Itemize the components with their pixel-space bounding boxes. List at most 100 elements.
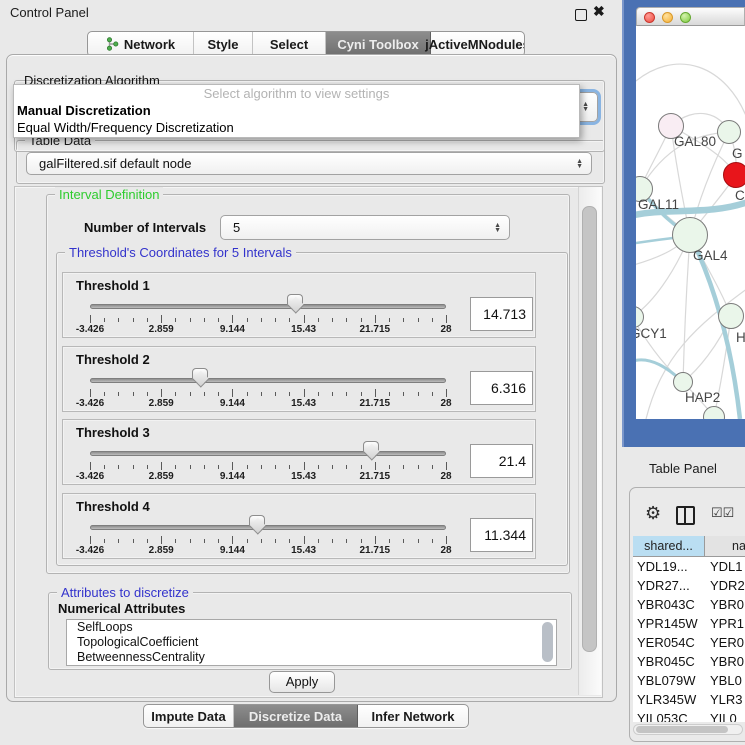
network-node-label: GAL11 bbox=[638, 197, 679, 212]
cell-name[interactable]: YBL0 bbox=[705, 671, 745, 690]
slider-thumb[interactable] bbox=[363, 441, 379, 460]
table-row[interactable]: YBR043CYBR0 bbox=[633, 595, 745, 614]
threshold-value-field[interactable]: 11.344 bbox=[470, 518, 533, 552]
node-table: shared... na YDL19...YDL1YDR27...YDR2YBR… bbox=[633, 536, 745, 722]
scrollbar-thumb[interactable] bbox=[636, 726, 728, 733]
table-data-combobox[interactable]: galFiltered.sif default node ▲▼ bbox=[26, 152, 592, 175]
restore-window-icon[interactable] bbox=[575, 9, 587, 21]
cell-name[interactable]: YDL1 bbox=[705, 557, 745, 576]
slider-thumb[interactable] bbox=[192, 368, 208, 387]
tab-network-label: Network bbox=[124, 37, 175, 52]
gear-icon[interactable]: ⚙ bbox=[645, 503, 661, 524]
apply-button[interactable]: Apply bbox=[269, 671, 335, 693]
close-traffic-light-icon[interactable] bbox=[644, 12, 655, 23]
table-row[interactable]: YLR345WYLR3 bbox=[633, 690, 745, 709]
threshold-value-field[interactable]: 14.713 bbox=[470, 297, 533, 331]
tab-jactivemnodules[interactable]: jActiveMNodules bbox=[431, 32, 524, 56]
number-of-intervals-combobox[interactable]: 5 ▲▼ bbox=[220, 215, 510, 240]
cell-shared-name[interactable]: YDL19... bbox=[633, 557, 705, 576]
slider-tick-labels: -3.4262.8599.14415.4321.71528 bbox=[63, 324, 535, 335]
network-node-label: GAL80 bbox=[674, 134, 716, 149]
column-header-shared-name[interactable]: shared... bbox=[633, 536, 705, 556]
table-row[interactable]: YBL079WYBL0 bbox=[633, 671, 745, 690]
close-window-icon[interactable]: ✖ bbox=[593, 3, 605, 20]
columns-icon[interactable] bbox=[676, 506, 695, 525]
tab-impute-data[interactable]: Impute Data bbox=[144, 705, 234, 727]
cell-shared-name[interactable]: YBR045C bbox=[633, 652, 705, 671]
threshold-label: Threshold 4 bbox=[76, 499, 150, 514]
network-icon bbox=[106, 37, 119, 51]
network-node[interactable] bbox=[717, 120, 741, 144]
column-header-name[interactable]: na bbox=[705, 536, 745, 556]
threshold-value-field[interactable]: 6.316 bbox=[470, 371, 533, 405]
threshold-value-field[interactable]: 21.4 bbox=[470, 444, 533, 478]
slider-tick-labels: -3.4262.8599.14415.4321.71528 bbox=[63, 545, 535, 556]
cell-name[interactable]: YBR0 bbox=[705, 652, 745, 671]
attribute-item[interactable]: TopologicalCoefficient bbox=[67, 635, 556, 650]
cell-name[interactable]: YLR3 bbox=[705, 690, 745, 709]
table-row[interactable]: YBR045CYBR0 bbox=[633, 652, 745, 671]
tab-discretize-data[interactable]: Discretize Data bbox=[234, 705, 358, 727]
tab-impute-data-label: Impute Data bbox=[151, 709, 225, 724]
tab-cyni-toolbox-label: Cyni Toolbox bbox=[337, 37, 418, 52]
cell-shared-name[interactable]: YBR043C bbox=[633, 595, 705, 614]
cell-shared-name[interactable]: YPR145W bbox=[633, 614, 705, 633]
cell-name[interactable]: YPR1 bbox=[705, 614, 745, 633]
tab-select[interactable]: Select bbox=[253, 32, 326, 56]
network-canvas[interactable]: GAL80GCGAL11GAL4GCY1HHAP2 bbox=[636, 26, 745, 419]
table-row[interactable]: YDL19...YDL1 bbox=[633, 557, 745, 576]
slider-track[interactable] bbox=[90, 451, 446, 456]
settings-vertical-scrollbar[interactable] bbox=[578, 187, 601, 695]
dropdown-item-equal-width-frequency[interactable]: Equal Width/Frequency Discretization bbox=[14, 119, 579, 136]
cell-shared-name[interactable]: YDR27... bbox=[633, 576, 705, 595]
attributes-scrollbar-thumb[interactable] bbox=[542, 622, 553, 662]
cell-name[interactable]: YBR0 bbox=[705, 595, 745, 614]
network-node-label: C bbox=[735, 188, 745, 203]
combo-arrows-icon: ▲▼ bbox=[494, 223, 501, 233]
cell-shared-name[interactable]: YBL079W bbox=[633, 671, 705, 690]
slider-track[interactable] bbox=[90, 525, 446, 530]
table-horizontal-scrollbar[interactable] bbox=[633, 724, 743, 735]
cell-shared-name[interactable]: YER054C bbox=[633, 633, 705, 652]
tab-cyni-toolbox[interactable]: Cyni Toolbox bbox=[326, 32, 431, 56]
table-row[interactable]: YPR145WYPR1 bbox=[633, 614, 745, 633]
cell-name[interactable]: YDR2 bbox=[705, 576, 745, 595]
cell-shared-name[interactable]: YIL053C bbox=[633, 709, 705, 722]
tab-network[interactable]: Network bbox=[88, 32, 194, 56]
checkbox-icons[interactable]: ☑☑ bbox=[711, 505, 734, 521]
thresholds-group-label: Threshold's Coordinates for 5 Intervals bbox=[65, 245, 296, 260]
threshold-label: Threshold 2 bbox=[76, 352, 150, 367]
tab-discretize-data-label: Discretize Data bbox=[249, 709, 342, 724]
network-node[interactable] bbox=[718, 303, 744, 329]
tab-style-label: Style bbox=[207, 37, 238, 52]
dropdown-item-manual-discretization[interactable]: Manual Discretization bbox=[14, 102, 579, 119]
table-row[interactable]: YDR27...YDR2 bbox=[633, 576, 745, 595]
tab-infer-network[interactable]: Infer Network bbox=[358, 705, 468, 727]
tab-style[interactable]: Style bbox=[194, 32, 253, 56]
number-of-intervals-label: Number of Intervals bbox=[84, 220, 206, 235]
cell-name[interactable]: YER0 bbox=[705, 633, 745, 652]
network-node[interactable] bbox=[673, 372, 693, 392]
cell-name[interactable]: YIL0 bbox=[705, 709, 745, 722]
table-row[interactable]: YER054CYER0 bbox=[633, 633, 745, 652]
threshold-row: Threshold 2 -3.4262.8599.14415.4321.7152… bbox=[62, 346, 536, 412]
zoom-traffic-light-icon[interactable] bbox=[680, 12, 691, 23]
slider-track[interactable] bbox=[90, 378, 446, 383]
interval-definition-group-label: Interval Definition bbox=[55, 187, 163, 202]
network-node[interactable] bbox=[723, 162, 745, 188]
tab-select-label: Select bbox=[270, 37, 308, 52]
combo-arrows-icon: ▲▼ bbox=[576, 159, 583, 169]
attribute-item[interactable]: BetweennessCentrality bbox=[67, 650, 556, 665]
table-row[interactable]: YIL053CYIL0 bbox=[633, 709, 745, 722]
minimize-traffic-light-icon[interactable] bbox=[662, 12, 673, 23]
network-window-titlebar bbox=[636, 7, 745, 26]
slider-thumb[interactable] bbox=[249, 515, 265, 534]
slider-thumb[interactable] bbox=[287, 294, 303, 313]
window-title: Control Panel bbox=[10, 5, 89, 20]
dropdown-item-placeholder[interactable]: Select algorithm to view settings bbox=[14, 85, 579, 102]
slider-track[interactable] bbox=[90, 304, 446, 309]
table-body: YDL19...YDL1YDR27...YDR2YBR043CYBR0YPR14… bbox=[633, 557, 745, 722]
cell-shared-name[interactable]: YLR345W bbox=[633, 690, 705, 709]
attribute-item[interactable]: SelfLoops bbox=[67, 620, 556, 635]
scrollbar-thumb[interactable] bbox=[582, 206, 597, 652]
